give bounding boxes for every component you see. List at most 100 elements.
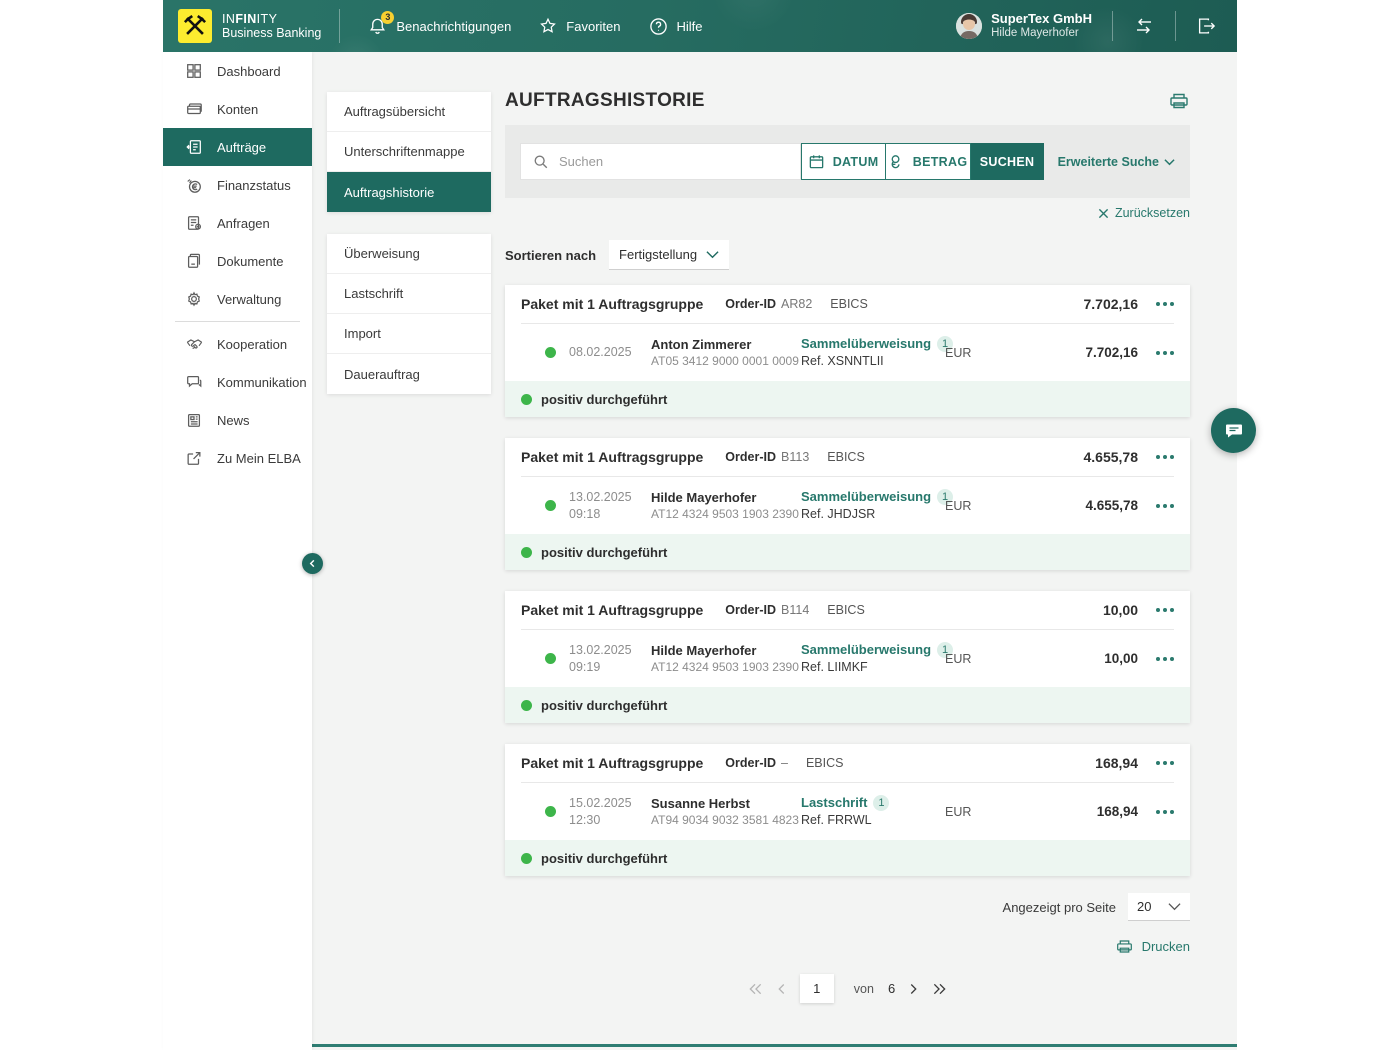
order-package-card[interactable]: Paket mit 1 Auftragsgruppe Order-ID AR82… [505,285,1190,417]
order-type-link[interactable]: Sammelüberweisung [801,488,931,506]
row-actions-button[interactable] [1156,657,1174,661]
dashboard-grid-icon [184,61,204,81]
row-actions-button[interactable] [1156,810,1174,814]
logout-button[interactable] [1196,16,1217,36]
order-row[interactable]: 08.02.2025 Anton Zimmerer AT05 3412 9000… [505,324,1190,381]
sidebar-item-kommunikation[interactable]: Kommunikation [163,363,312,401]
channel-label: EBICS [827,603,865,617]
order-type-link[interactable]: Sammelüberweisung [801,641,931,659]
datum-filter-button[interactable]: DATUM [801,143,886,180]
subnav-item-import[interactable]: Import [327,314,491,354]
card-actions-button[interactable] [1156,761,1174,765]
search-input[interactable] [559,154,788,169]
card-status-footer: positiv durchgeführt [505,687,1190,723]
party-iban: AT12 4324 9503 1903 2390 [651,659,799,675]
betrag-filter-button[interactable]: BETRAG [886,143,971,180]
switch-user-button[interactable] [1133,16,1155,36]
order-row[interactable]: 13.02.2025 09:18 Hilde Mayerhofer AT12 4… [505,477,1190,534]
sidebar-item-anfragen[interactable]: Anfragen [163,204,312,242]
advanced-search-toggle[interactable]: Erweiterte Suche [1058,155,1175,169]
reset-filters-link[interactable]: Zurücksetzen [1098,206,1190,220]
channel-label: EBICS [827,450,865,464]
sidebar-item-kooperation[interactable]: Kooperation [163,325,312,363]
order-count-badge: 1 [873,795,889,811]
card-actions-button[interactable] [1156,302,1174,306]
bottom-accent-bar [163,1044,1237,1047]
order-package-card[interactable]: Paket mit 1 Auftragsgruppe Order-ID B113… [505,438,1190,570]
bell-icon: 3 [368,17,387,36]
per-page-row: Angezeigt pro Seite 20 [1003,893,1190,921]
prev-page-button[interactable] [777,983,786,995]
sidebar-item-dokumente[interactable]: Dokumente [163,242,312,280]
logout-icon [1196,16,1217,36]
card-actions-button[interactable] [1156,608,1174,612]
documents-icon [184,251,204,271]
status-text: positiv durchgeführt [541,392,667,407]
status-dot [545,653,556,664]
subnav-item-unterschriftenmappe[interactable]: Unterschriftenmappe [327,132,491,172]
subnav-label: Lastschrift [344,286,403,301]
chevron-left-icon [308,559,317,568]
order-package-card[interactable]: Paket mit 1 Auftragsgruppe Order-ID B114… [505,591,1190,723]
print-page-button[interactable] [1168,91,1190,111]
raiffeisen-logo[interactable] [178,9,212,43]
newspaper-icon [184,410,204,430]
search-field[interactable] [520,143,801,180]
help-button[interactable]: Hilfe [649,17,703,36]
package-title: Paket mit 1 Auftragsgruppe [521,296,703,312]
order-type-link[interactable]: Sammelüberweisung [801,335,931,353]
favorites-button[interactable]: Favoriten [539,17,620,35]
order-reference: Ref. XSNNTLII [801,353,941,370]
order-type-block: Sammelüberweisung 1 Ref. JHDJSR [801,488,941,522]
order-type-block: Sammelüberweisung 1 Ref. LIIMKF [801,641,941,675]
cards-list: Paket mit 1 Auftragsgruppe Order-ID AR82… [505,285,1190,897]
subnav-item-lastschrift[interactable]: Lastschrift [327,274,491,314]
subnav-label: Import [344,326,381,341]
notifications-button[interactable]: 3 Benachrichtigungen [368,17,511,36]
order-row[interactable]: 15.02.2025 12:30 Susanne Herbst AT94 903… [505,783,1190,840]
switch-arrows-icon [1133,16,1155,36]
subnav-item-auftragsuebersicht[interactable]: Auftragsübersicht [327,92,491,132]
subnav-label: Unterschriftenmappe [344,144,465,159]
sidebar-item-label: Zu Mein ELBA [217,451,301,466]
suchen-button[interactable]: SUCHEN [971,143,1044,180]
order-row[interactable]: 13.02.2025 09:19 Hilde Mayerhofer AT12 4… [505,630,1190,687]
card-status-footer: positiv durchgeführt [505,534,1190,570]
party-name: Susanne Herbst [651,795,799,813]
party-name: Anton Zimmerer [651,336,799,354]
sidebar-item-finanzstatus[interactable]: Finanzstatus [163,166,312,204]
feedback-chat-button[interactable] [1211,408,1256,453]
sidebar-item-dashboard[interactable]: Dashboard [163,52,312,90]
status-dot [545,806,556,817]
calendar-icon [808,153,825,170]
last-page-button[interactable] [932,983,947,995]
order-datetime: 08.02.2025 [569,344,641,361]
sidebar-item-news[interactable]: News [163,401,312,439]
sidebar-item-zu-mein-elba[interactable]: Zu Mein ELBA [163,439,312,477]
subnav-item-auftragshistorie[interactable]: Auftragshistorie [327,172,491,212]
row-actions-button[interactable] [1156,351,1174,355]
print-list-button[interactable]: Drucken [1115,938,1190,955]
order-package-card[interactable]: Paket mit 1 Auftragsgruppe Order-ID – EB… [505,744,1190,876]
user-menu[interactable]: SuperTex GmbH Hilde Mayerhofer [956,11,1092,40]
order-type-link[interactable]: Lastschrift [801,794,867,812]
sidebar-item-label: Kooperation [217,337,287,352]
row-actions-button[interactable] [1156,504,1174,508]
current-page-box[interactable]: 1 [800,974,834,1003]
sort-select[interactable]: Fertigstellung [609,240,729,270]
order-type-block: Lastschrift 1 Ref. FRRWL [801,794,941,828]
order-time: 09:19 [569,659,641,676]
sidebar-collapse-button[interactable] [302,553,323,574]
sidebar-item-konten[interactable]: Konten [163,90,312,128]
subnav-item-ueberweisung[interactable]: Überweisung [327,234,491,274]
party-name: Hilde Mayerhofer [651,489,799,507]
sidebar-item-auftraege[interactable]: Aufträge [163,128,312,166]
card-actions-button[interactable] [1156,455,1174,459]
sidebar-item-verwaltung[interactable]: Verwaltung [163,280,312,318]
order-amount: 7.702,16 [1085,345,1138,360]
first-page-button[interactable] [748,983,763,995]
per-page-select[interactable]: 20 [1128,893,1190,921]
order-currency: EUR [945,346,985,360]
next-page-button[interactable] [909,983,918,995]
subnav-item-dauerauftrag[interactable]: Dauerauftrag [327,354,491,394]
